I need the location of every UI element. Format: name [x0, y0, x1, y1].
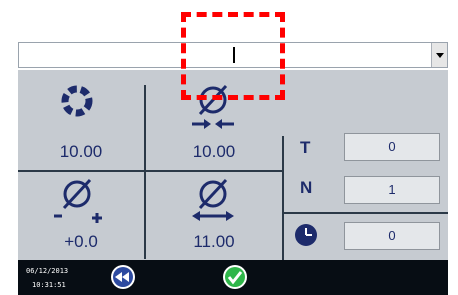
cell-value: 10.00	[192, 142, 236, 161]
cell-diameter-outward[interactable]: 11.00	[146, 172, 282, 260]
grid-divider-vertical-2	[282, 136, 284, 260]
label-n: N	[300, 178, 313, 197]
diameter-tolerance-icon	[54, 178, 102, 223]
cell-value: 11.00	[193, 232, 235, 251]
gear-ring-icon	[61, 85, 93, 117]
dropdown-button[interactable]	[431, 43, 447, 67]
diameter-outward-icon	[192, 178, 234, 221]
label-t: T	[300, 138, 311, 157]
chevron-down-icon	[436, 53, 444, 58]
selection-highlight	[181, 12, 285, 100]
check-icon	[223, 265, 247, 289]
timer-value-field[interactable]: 0	[344, 222, 440, 250]
cell-diameter-tolerance[interactable]: +0.0	[18, 172, 144, 260]
bottom-bar: 06/12/2013 10:31:51	[18, 260, 448, 295]
n-value-field[interactable]: 1	[344, 176, 440, 204]
confirm-button[interactable]	[222, 264, 248, 290]
status-time: 10:31:51	[32, 281, 66, 289]
t-value-field[interactable]: 0	[344, 133, 440, 161]
status-date: 06/12/2013	[26, 267, 69, 275]
cell-value: +0.0	[64, 232, 98, 251]
back-button[interactable]	[110, 264, 136, 290]
cell-ring[interactable]: 10.00	[18, 70, 144, 170]
rewind-icon	[111, 265, 135, 289]
grid-divider-horizontal-2	[282, 212, 448, 214]
cell-value: 10.00	[59, 142, 103, 161]
clock-icon	[295, 224, 317, 246]
